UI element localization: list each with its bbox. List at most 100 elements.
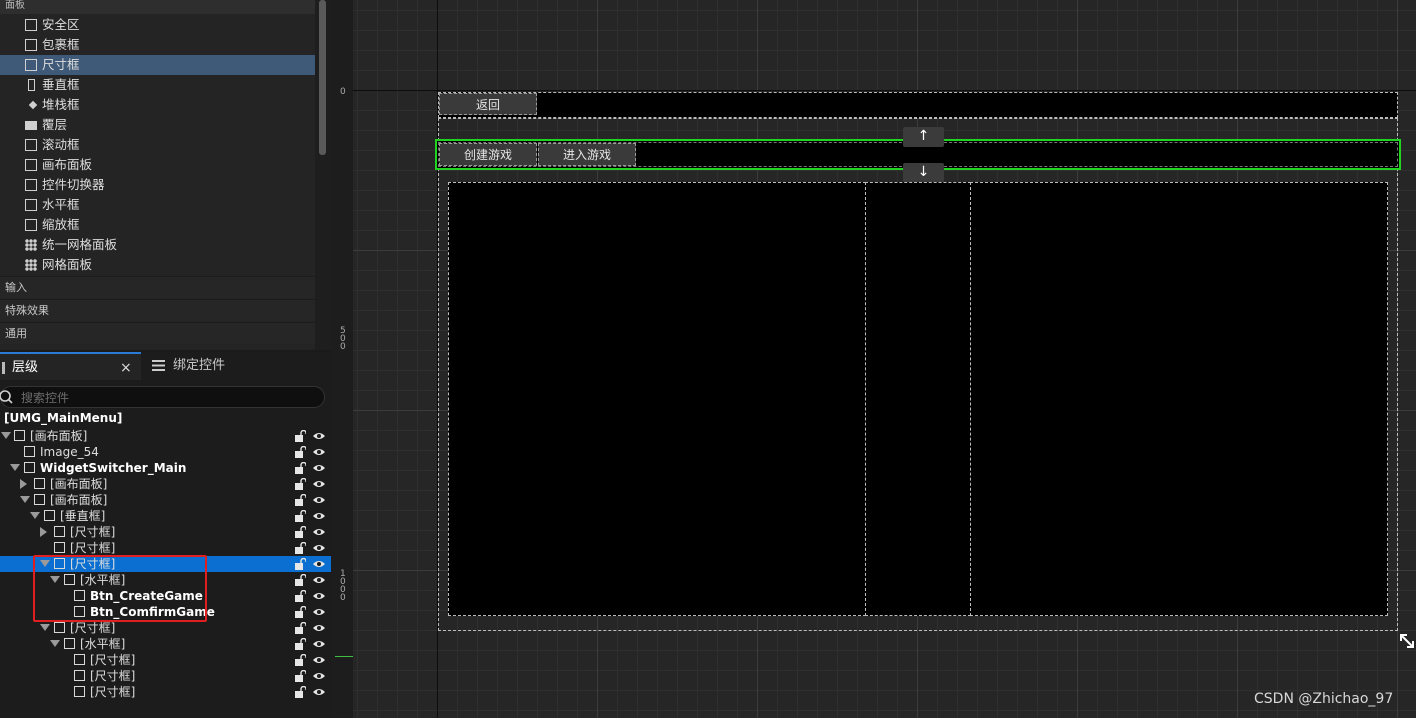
expand-arrow-icon[interactable] [20,496,30,503]
visibility-eye-icon[interactable] [312,511,326,521]
search-box[interactable] [0,386,325,408]
visibility-eye-icon[interactable] [312,575,326,585]
unlock-icon[interactable] [294,574,306,586]
visibility-eye-icon[interactable] [312,479,326,489]
top-size-box[interactable] [438,92,1398,118]
palette-item[interactable]: 统一网格面板 [0,235,315,255]
tree-row[interactable]: [画布面板] [0,476,331,492]
visibility-eye-icon[interactable] [312,495,326,505]
visibility-eye-icon[interactable] [312,447,326,457]
canvas-panel-icon [25,159,37,171]
tree-row[interactable]: [尺寸框] [0,540,331,556]
unlock-icon[interactable] [294,638,306,650]
palette-item[interactable]: 网格面板 [0,255,315,275]
palette-item[interactable]: 缩放框 [0,215,315,235]
widget-type-icon [24,462,35,473]
palette-item[interactable]: 滚动框 [0,135,315,155]
tree-row[interactable]: [尺寸框] [0,620,331,636]
palette-item[interactable]: 控件切换器 [0,175,315,195]
unlock-icon[interactable] [294,510,306,522]
visibility-eye-icon[interactable] [312,623,326,633]
collapsed-arrow-icon[interactable] [20,479,27,489]
visibility-eye-icon[interactable] [312,655,326,665]
palette-item-label: 尺寸框 [42,57,80,72]
visibility-eye-icon[interactable] [312,687,326,697]
tree-row[interactable]: [尺寸框] [0,684,331,700]
tree-row-label: [尺寸框] [70,621,116,635]
tree-row[interactable]: [垂直框] [0,508,331,524]
visibility-eye-icon[interactable] [312,543,326,553]
palette-category-panel[interactable]: 面板 [0,0,315,14]
palette-category[interactable]: 输入 [0,276,315,298]
palette-category[interactable]: 特殊效果 [0,299,315,321]
unlock-icon[interactable] [294,542,306,554]
widget-type-icon [54,542,65,553]
palette-item[interactable]: 尺寸框 [0,55,315,75]
expand-arrow-icon[interactable] [50,640,60,647]
palette-item[interactable]: 水平框 [0,195,315,215]
vertical-box-icon [28,79,35,91]
palette-item[interactable]: 堆栈框 [0,95,315,115]
unlock-icon[interactable] [294,654,306,666]
lower-size-box-3[interactable] [970,182,1388,616]
tree-root[interactable]: [UMG_MainMenu] [4,411,122,425]
palette-item[interactable]: 覆层 [0,115,315,135]
tab-hierarchy[interactable]: 层级 × [0,352,141,380]
palette-item[interactable]: 画布面板 [0,155,315,175]
palette-scroll-thumb[interactable] [319,0,326,155]
visibility-eye-icon[interactable] [312,559,326,569]
tree-row[interactable]: [尺寸框] [0,652,331,668]
unlock-icon[interactable] [294,494,306,506]
unlock-icon[interactable] [294,558,306,570]
palette-category[interactable]: 通用 [0,322,315,344]
close-tab-button[interactable]: × [120,354,132,382]
visibility-eye-icon[interactable] [312,527,326,537]
unlock-icon[interactable] [294,686,306,698]
visibility-eye-icon[interactable] [312,591,326,601]
search-input[interactable] [19,388,313,408]
tree-row[interactable]: Image_54 [0,444,331,460]
collapsed-arrow-icon[interactable] [40,527,47,537]
expand-arrow-icon[interactable] [1,432,11,439]
widget-type-icon [24,446,35,457]
expand-arrow-icon[interactable] [30,512,40,519]
lower-size-box-1[interactable] [448,182,866,616]
tree-row[interactable]: WidgetSwitcher_Main [0,460,331,476]
palette-item-label: 网格面板 [42,257,93,272]
visibility-eye-icon[interactable] [312,431,326,441]
tab-bind-widgets[interactable]: 绑定控件 [141,352,331,380]
palette-item[interactable]: 安全区 [0,15,315,35]
unlock-icon[interactable] [294,590,306,602]
unlock-icon[interactable] [294,462,306,474]
tree-row[interactable]: [尺寸框] [0,668,331,684]
horizontal-box-icon [25,199,37,211]
unlock-icon[interactable] [294,526,306,538]
tree-row-label: [尺寸框] [90,653,136,667]
unlock-icon[interactable] [294,622,306,634]
tree-row[interactable]: [画布面板] [0,492,331,508]
unlock-icon[interactable] [294,606,306,618]
palette-item[interactable]: 垂直框 [0,75,315,95]
palette-item[interactable]: 包裹框 [0,35,315,55]
tree-row-label: [画布面板] [50,477,108,491]
expand-arrow-icon[interactable] [40,624,50,631]
unlock-icon[interactable] [294,670,306,682]
palette-item-label: 水平框 [42,197,80,212]
visibility-eye-icon[interactable] [312,639,326,649]
tree-row[interactable]: [尺寸框] [0,524,331,540]
expand-arrow-icon[interactable] [10,464,20,471]
back-button[interactable]: 返回 [439,93,537,115]
unlock-icon[interactable] [294,478,306,490]
unlock-icon[interactable] [294,430,306,442]
resize-icon[interactable] [1398,632,1416,650]
move-down-button[interactable]: ↓ [903,163,944,183]
move-up-button[interactable]: ↑ [903,127,944,147]
visibility-eye-icon[interactable] [312,607,326,617]
tree-row[interactable]: [水平框] [0,636,331,652]
lower-size-box-2[interactable] [865,182,971,616]
visibility-eye-icon[interactable] [312,463,326,473]
widget-switcher-icon [25,179,37,191]
tree-row[interactable]: [画布面板] [0,428,331,444]
unlock-icon[interactable] [294,446,306,458]
visibility-eye-icon[interactable] [312,671,326,681]
